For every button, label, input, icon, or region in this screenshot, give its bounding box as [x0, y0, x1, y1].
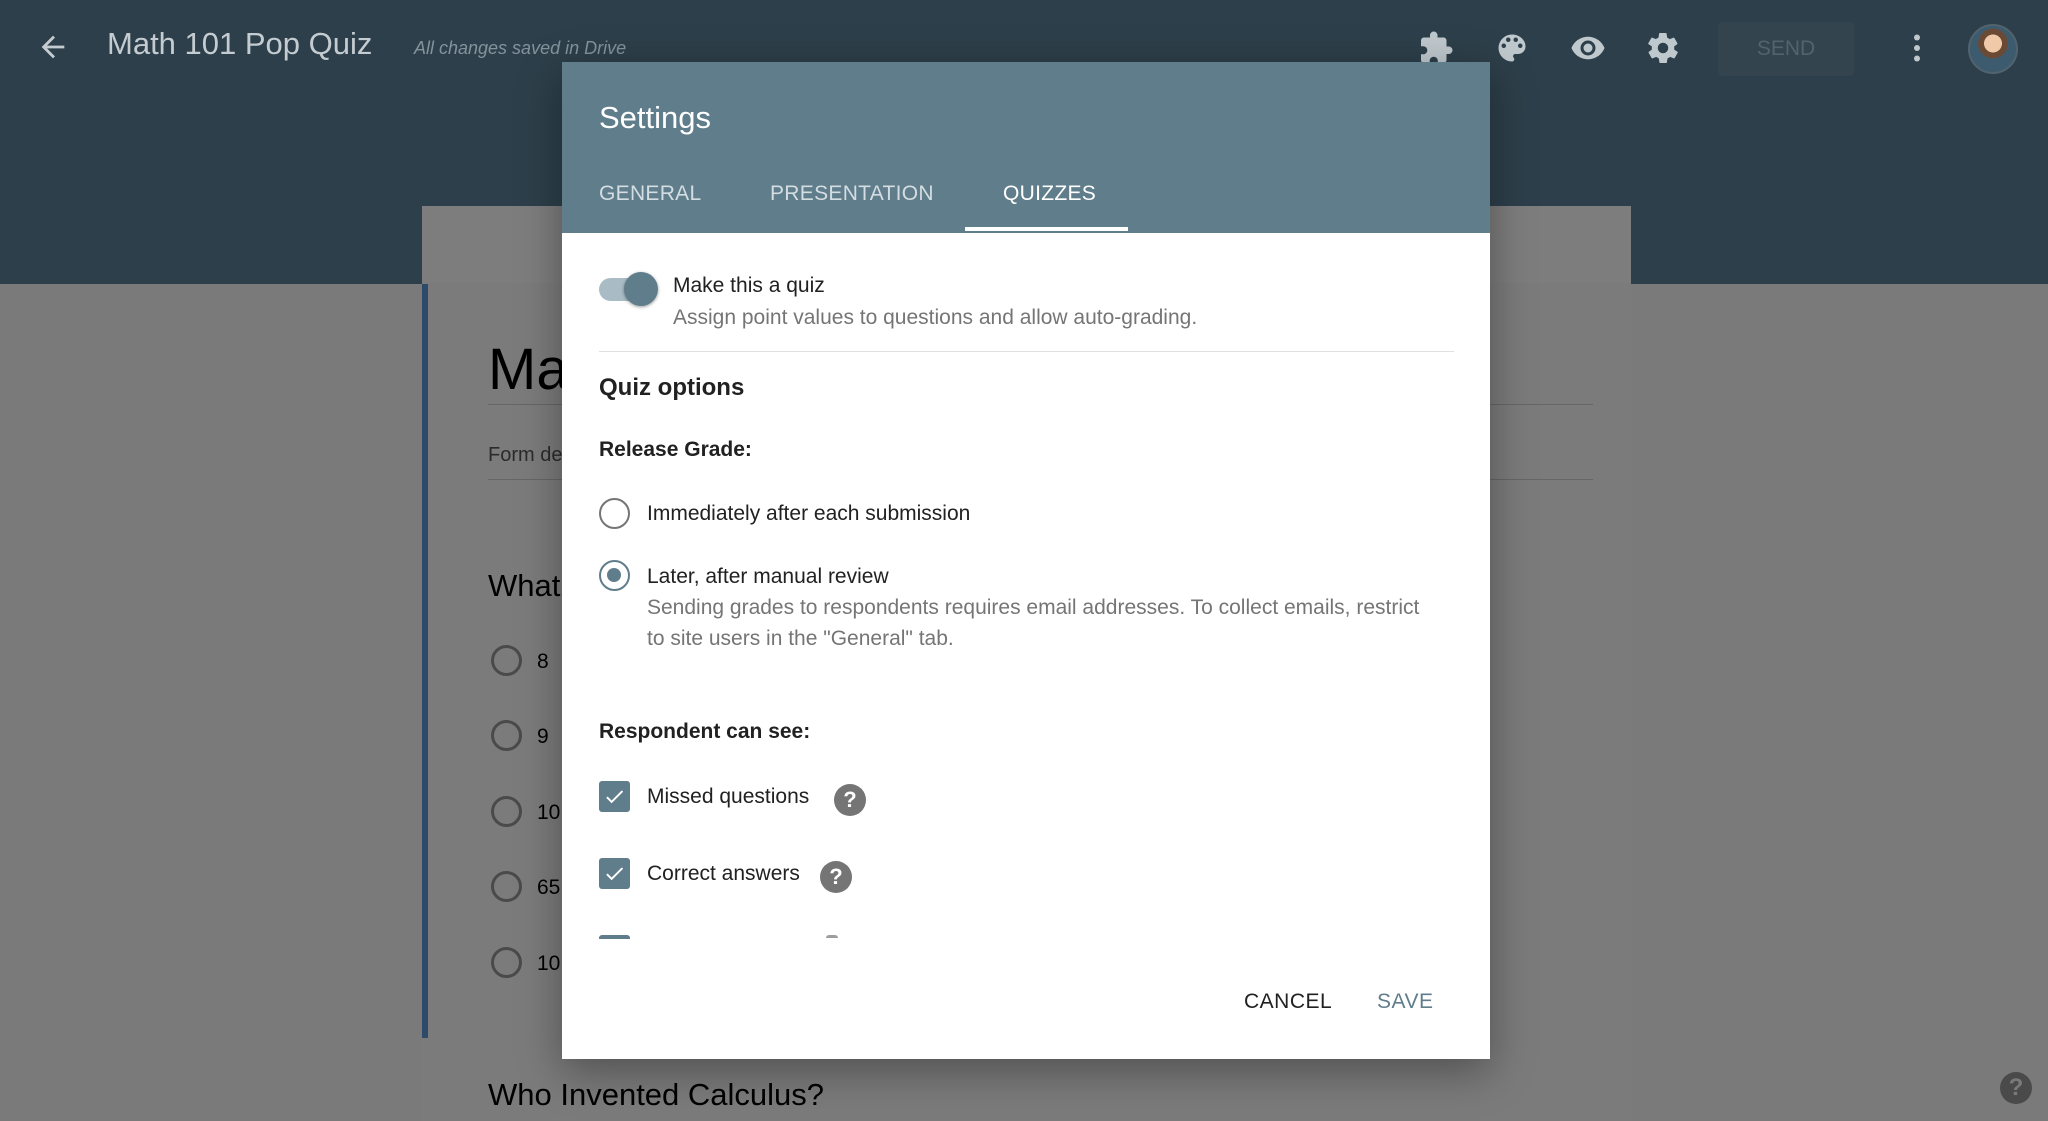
release-grade-heading: Release Grade:: [599, 438, 752, 461]
gear-icon[interactable]: [1645, 30, 1681, 66]
release-later-description: Sending grades to respondents requires e…: [647, 596, 1420, 650]
quiz-options-heading: Quiz options: [599, 374, 745, 401]
avatar[interactable]: [1968, 24, 2018, 74]
release-later-label[interactable]: Later, after manual review: [647, 565, 889, 589]
tab-general[interactable]: GENERAL: [599, 182, 701, 206]
form-description[interactable]: Form de: [488, 444, 562, 467]
option-radio[interactable]: [491, 720, 522, 751]
option-label: 10: [537, 801, 561, 824]
option-label: 10: [537, 952, 561, 975]
settings-dialog: Settings GENERAL PRESENTATION QUIZZES Ma…: [562, 62, 1490, 1059]
option-label: 65: [537, 876, 561, 899]
option-radio[interactable]: [491, 796, 522, 827]
question-1-title[interactable]: What: [488, 568, 560, 604]
missed-questions-checkbox[interactable]: [599, 781, 630, 812]
form-heading[interactable]: Ma: [488, 336, 569, 403]
dialog-header: Settings GENERAL PRESENTATION QUIZZES: [562, 62, 1490, 233]
tab-indicator: [965, 227, 1128, 231]
divider: [599, 351, 1454, 352]
palette-icon[interactable]: [1494, 30, 1530, 66]
help-fab-icon[interactable]: ?: [2000, 1072, 2032, 1104]
option-label: 8: [537, 650, 549, 673]
clipped-checkbox[interactable]: [599, 935, 630, 939]
option-label: 9: [537, 725, 549, 748]
release-immediately-radio[interactable]: [599, 498, 630, 529]
save-status: All changes saved in Drive: [414, 38, 627, 58]
help-icon[interactable]: ?: [820, 861, 852, 893]
back-arrow-icon[interactable]: [36, 30, 70, 64]
puzzle-icon[interactable]: [1418, 30, 1454, 66]
quiz-toggle-knob[interactable]: [624, 272, 658, 306]
option-radio[interactable]: [491, 947, 522, 978]
cancel-button[interactable]: CANCEL: [1244, 990, 1332, 1014]
quiz-toggle-description: Assign point values to questions and all…: [673, 306, 1198, 329]
option-radio[interactable]: [491, 871, 522, 902]
respondent-can-see-heading: Respondent can see:: [599, 720, 811, 743]
form-title[interactable]: Math 101 Pop Quiz: [107, 26, 372, 62]
help-icon[interactable]: ?: [834, 784, 866, 816]
release-immediately-label[interactable]: Immediately after each submission: [647, 502, 970, 526]
tab-presentation[interactable]: PRESENTATION: [770, 182, 934, 206]
more-vert-icon[interactable]: [1899, 30, 1935, 66]
clipped-help-icon[interactable]: [826, 935, 838, 938]
correct-answers-label[interactable]: Correct answers: [647, 862, 800, 886]
question-2-title[interactable]: Who Invented Calculus?: [488, 1077, 824, 1113]
release-later-radio[interactable]: [599, 560, 630, 591]
tab-quizzes[interactable]: QUIZZES: [1003, 182, 1096, 206]
quiz-toggle-label: Make this a quiz: [673, 274, 825, 297]
active-card-accent: [422, 284, 428, 1038]
dialog-title: Settings: [599, 100, 712, 135]
option-radio[interactable]: [491, 645, 522, 676]
correct-answers-checkbox[interactable]: [599, 858, 630, 889]
missed-questions-label[interactable]: Missed questions: [647, 785, 809, 809]
clipped-checkbox-row[interactable]: [599, 935, 1199, 939]
save-button[interactable]: SAVE: [1377, 990, 1433, 1014]
eye-icon[interactable]: [1570, 30, 1606, 66]
send-button[interactable]: SEND: [1718, 22, 1854, 76]
